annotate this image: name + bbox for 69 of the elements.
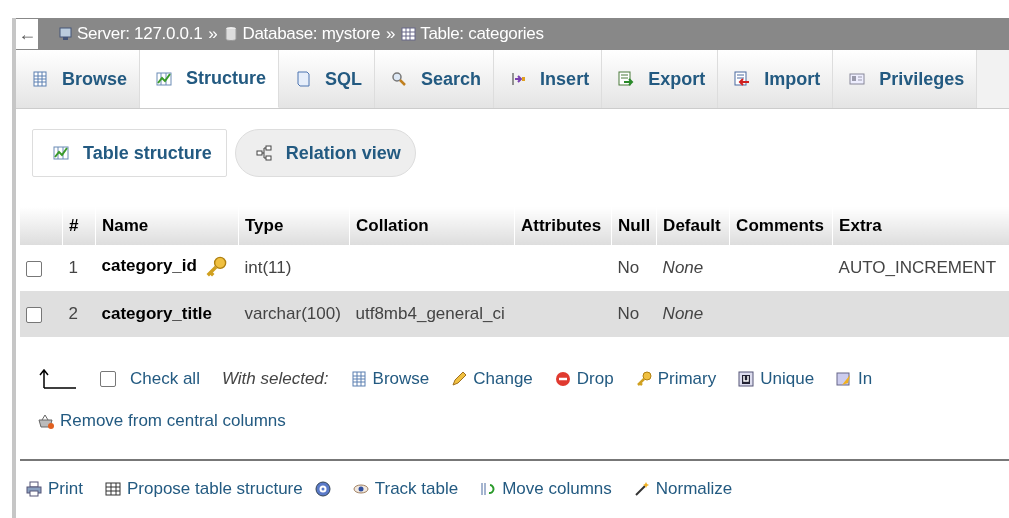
footer-link[interactable]: Print [26,479,83,499]
relation-icon [255,145,272,161]
database-icon [223,26,240,42]
printer-icon [26,481,42,497]
tab[interactable]: SQL [279,50,376,108]
id-card-icon [849,71,866,87]
footer-link[interactable]: Normalize [633,479,733,499]
server-icon [58,26,74,42]
key-icon [635,370,652,387]
action-link[interactable]: Primary [635,368,717,389]
action-link[interactable]: Unique [738,368,815,389]
breadcrumb-separator: » [208,24,218,44]
move-icon [480,481,497,497]
action-link[interactable]: Change [451,368,533,389]
arrow-icon [38,367,78,390]
structure-icon [53,145,69,161]
export-icon [618,71,635,87]
tab[interactable]: Privileges [833,50,978,108]
table-icon [104,481,121,497]
action-link[interactable]: In [836,368,873,389]
table-cell: varchar(100) [244,304,341,323]
table-cell: int(11) [244,258,292,277]
table-cell: 2 [68,304,78,323]
back-button[interactable]: ← [16,19,38,49]
table-cell: No [617,304,640,323]
table-icon [401,26,418,42]
breadcrumb-separator: » [386,24,396,44]
eye-icon [352,481,369,497]
unique-icon [738,370,755,387]
pencil-icon [451,370,468,387]
table-cell[interactable]: category_id [101,255,197,275]
minus-circle-icon [554,370,571,387]
structure-icon [156,70,173,87]
tab[interactable]: Insert [494,50,603,108]
action-link[interactable]: Browse [350,368,430,389]
wand-icon [633,481,650,497]
table-cell: utf8mb4_general_ci [355,304,505,323]
tab[interactable]: Search [375,50,495,108]
subtab[interactable]: Table structure [32,129,227,177]
breadcrumb-link[interactable]: Server: 127.0.0.1 [77,24,203,44]
breadcrumb-link[interactable]: Database: mystore [242,24,381,44]
table-cell: AUTO_INCREMENT [838,258,997,277]
grid-icon [350,370,367,387]
search-icon [391,71,408,87]
breadcrumb-link[interactable]: Table: categories [420,24,544,44]
import-icon [734,71,751,87]
checkbox[interactable] [26,306,42,323]
check-all-checkbox[interactable]: Check all [100,368,200,389]
footer-link[interactable]: Move columns [480,479,612,499]
tab[interactable]: Import [718,50,834,108]
table-cell: 1 [68,258,78,277]
tab[interactable]: Export [602,50,719,108]
document-icon [295,71,312,87]
tab[interactable]: Browse [16,50,141,108]
checkbox[interactable] [26,260,42,277]
insert-icon [510,71,527,87]
footer-link[interactable]: Propose table structure [104,479,303,499]
tab[interactable]: Structure [140,50,280,108]
grid-icon [32,71,48,87]
index-icon [836,370,853,387]
action-link[interactable]: Remove from central columns [38,410,1009,431]
subtab[interactable]: Relation view [234,129,416,177]
table-cell: No [617,258,640,277]
basket-icon [38,412,54,429]
action-link[interactable]: Drop [554,368,614,389]
with-selected-label: With selected: [221,368,329,389]
table-cell: None [662,258,704,277]
footer-link[interactable]: Track table [352,479,459,499]
table-cell: None [662,304,704,323]
